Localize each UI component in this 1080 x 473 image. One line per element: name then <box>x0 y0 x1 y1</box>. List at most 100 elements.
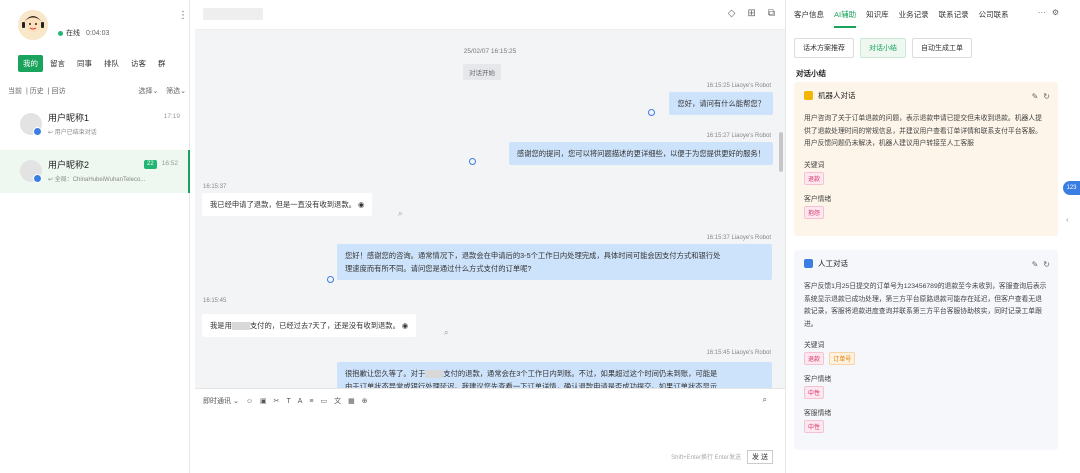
tab-customer-info[interactable]: 客户信息 <box>794 9 824 28</box>
input-area[interactable]: 即时通讯 ⌄ ☺ ▣ ✂ T A ≡ ▭ 文 ▦ ⊕ ⌕ Shift+Enter… <box>195 388 785 473</box>
filter-row: 当前 | 历史 | 回访 选择⌄ 筛选⌄ <box>8 88 186 95</box>
conversation-name: 用户昵称1 <box>48 113 90 123</box>
tab-colleagues[interactable]: 同事 <box>72 55 97 72</box>
eye-icon[interactable]: ◉ <box>358 200 364 209</box>
font-color-icon[interactable]: A <box>298 398 303 405</box>
tab-queue[interactable]: 排队 <box>99 55 124 72</box>
channel-dropdown[interactable]: 即时通讯 ⌄ <box>203 396 239 406</box>
plus-icon[interactable]: ⊕ <box>362 397 368 405</box>
channel-icon <box>33 174 42 183</box>
filter-current[interactable]: 当前 <box>8 88 22 95</box>
send-button[interactable]: 发 送 <box>747 450 773 464</box>
read-status-icon <box>327 276 334 283</box>
subtab-summary[interactable]: 对话小结 <box>860 38 906 58</box>
user-message: 我是用 支付的，已经过去7天了，还是没有收到退款。 ◉ <box>202 314 417 337</box>
subtab-script-recommend[interactable]: 话术方案推荐 <box>794 38 854 58</box>
quick-reply-icon[interactable]: ≡ <box>309 398 313 405</box>
bot-message-text: 很抱歉让您久等了。对于 <box>345 369 426 378</box>
status-row[interactable]: 在线 0:04:03 <box>58 28 109 38</box>
filter-history[interactable]: 历史 <box>30 88 44 95</box>
transfer-icon[interactable]: ⊞ <box>747 8 755 19</box>
tab-visitors[interactable]: 访客 <box>126 55 151 72</box>
tab-ai-assist[interactable]: AI辅助 <box>834 9 857 28</box>
user-message-text: 我已经申请了退款，但是一直没有收到退款。 <box>210 200 356 209</box>
message-meta: 16:15:45 <box>203 298 227 304</box>
filter-dropdown[interactable]: 筛选⌄ <box>166 88 186 95</box>
bot-message-line: 理速度而有所不同。请问您是通过什么方式支付的订单呢? <box>345 264 532 273</box>
font-size-icon[interactable]: T <box>286 398 290 405</box>
filter-callback[interactable]: 回访 <box>52 88 66 95</box>
right-tabs: 客户信息 AI辅助 知识库 业务记录 联系记录 公司联系 <box>794 9 1009 28</box>
chat-header: ◇ ⊞ ⧉ <box>195 0 785 30</box>
agent-avatar[interactable] <box>18 10 48 40</box>
message-meta: 16:15:25 Liaoye's Robot <box>706 83 771 89</box>
keyword-tag: 退款 <box>804 352 825 365</box>
grid-icon[interactable]: ▦ <box>348 397 355 405</box>
header-title-redacted <box>203 8 263 20</box>
mood-tag: 中性 <box>804 386 825 399</box>
close-session-icon[interactable]: ⧉ <box>768 8 775 19</box>
read-status-icon <box>648 109 655 116</box>
online-dot-icon <box>58 30 63 36</box>
tab-contact-records[interactable]: 联系记录 <box>939 9 969 28</box>
subtab-auto-ticket[interactable]: 自动生成工单 <box>912 38 972 58</box>
agent-mood-tag: 中性 <box>804 420 825 433</box>
chat-panel: ◇ ⊞ ⧉ 25/02/07 16:15:25 对话开始 16:15:25 Li… <box>195 0 785 473</box>
session-start-pill: 对话开始 <box>463 64 501 80</box>
redacted-text <box>231 322 250 331</box>
conversation-preview: ↩ 用户已结束对话 <box>48 130 97 136</box>
search-icon[interactable]: ⌕ <box>763 395 767 405</box>
chat-scrollbar[interactable] <box>779 132 783 172</box>
unread-badge: 22 <box>144 160 157 169</box>
bot-message-line: 由于订单状态异常或银行处理延迟。我建议您先查看一下订单详情，确认退款申请是否成功… <box>345 382 718 388</box>
message-list[interactable]: 25/02/07 16:15:25 对话开始 16:15:25 Liaoye's… <box>195 32 785 388</box>
keyword-tag: 订单号 <box>829 352 856 365</box>
tab-messages[interactable]: 留言 <box>45 55 70 72</box>
more-vertical-icon[interactable]: ⋮ <box>178 10 188 21</box>
refresh-icon[interactable]: ↻ <box>1043 92 1050 101</box>
bot-message: 您好！感谢您的咨询。通常情况下，退款会在申请后的3-5个工作日内处理完成，具体时… <box>337 244 772 280</box>
keywords-label: 关键词 <box>804 342 825 349</box>
redacted-text <box>425 370 444 379</box>
left-tabs: 我的 留言 同事 排队 访客 群 <box>18 55 173 72</box>
refresh-icon[interactable]: ↻ <box>1043 260 1050 269</box>
mood-tag: 抱怨 <box>804 205 825 219</box>
edit-icon[interactable]: ✎ <box>1032 260 1039 269</box>
tab-business-records[interactable]: 业务记录 <box>899 9 929 28</box>
collapse-chevron-icon[interactable]: ‹ <box>1066 215 1069 224</box>
translate-icon[interactable]: 文 <box>334 396 341 406</box>
human-summary-card: 人工对话 ✎ ↻ 客户反馈1月25日提交的订单号为123456789的退款至今未… <box>794 250 1058 450</box>
bot-message: 感谢您的提问，您可以将问题描述的更详细些，以便于为您提供更好的服务！ <box>508 142 773 165</box>
preview-text: 用户已结束对话 <box>54 130 97 136</box>
tab-company-contact[interactable]: 公司联系 <box>979 9 1009 28</box>
gear-icon[interactable]: ⚙ <box>1052 8 1059 17</box>
conversation-item[interactable]: 用户昵称1 ↩ 用户已结束对话 17:19 <box>0 103 190 146</box>
comment-icon[interactable]: ▭ <box>321 397 328 405</box>
edit-icon[interactable]: ✎ <box>1032 92 1039 101</box>
more-icon[interactable]: ··· <box>1038 8 1046 17</box>
conversation-item[interactable]: 用户昵称2 22 ↩ 全局：ChinaHubeiWuhanTeleco... 1… <box>0 150 190 193</box>
emoji-icon[interactable]: ☺ <box>246 398 253 405</box>
mood-label: 客户情绪 <box>804 376 832 383</box>
conversation-preview: ↩ 全局：ChinaHubeiWuhanTeleco... <box>48 177 146 183</box>
filter-label: 筛选 <box>166 88 181 95</box>
bot-message: 很抱歉让您久等了。对于 支付的退款，通常会在3个工作日内到账。不过，如果超过这个时… <box>337 362 772 388</box>
floating-assist-button[interactable]: 123 <box>1063 181 1080 195</box>
search-icon[interactable]: ⌕ <box>444 328 448 338</box>
scissors-icon[interactable]: ✂ <box>274 397 280 405</box>
bot-message: 您好，请问有什么能帮您？ <box>669 92 773 115</box>
select-dropdown[interactable]: 选择⌄ <box>138 88 158 95</box>
tag-icon[interactable]: ◇ <box>728 8 736 19</box>
select-label: 选择 <box>138 88 153 95</box>
tab-mine[interactable]: 我的 <box>18 55 43 72</box>
tab-groups[interactable]: 群 <box>153 55 171 72</box>
image-icon[interactable]: ▣ <box>260 397 267 405</box>
eye-icon[interactable]: ◉ <box>402 321 408 330</box>
status-text: 在线 <box>66 30 80 37</box>
section-title: 对话小结 <box>796 69 826 78</box>
search-icon[interactable]: ⌕ <box>398 209 402 219</box>
tab-knowledge[interactable]: 知识库 <box>866 9 889 28</box>
left-panel: 在线 0:04:03 ⋮ 我的 留言 同事 排队 访客 群 当前 | 历史 | 回访… <box>0 0 190 473</box>
bot-message-line: 您好！感谢您的咨询。通常情况下，退款会在申请后的3-5个工作日内处理完成，具体时… <box>345 251 721 260</box>
send-hint: Shift+Enter换行 Enter发送 <box>671 455 741 461</box>
